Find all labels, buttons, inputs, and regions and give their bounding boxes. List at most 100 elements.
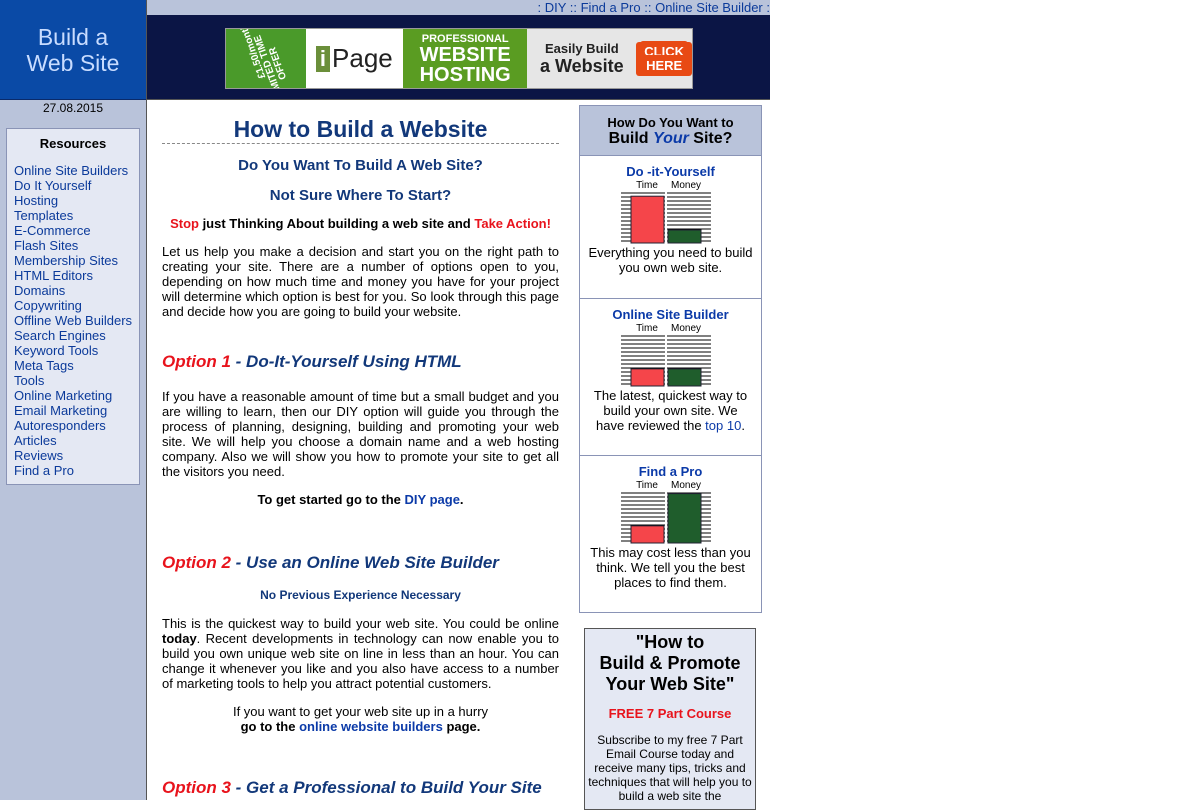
resource-link-e-commerce[interactable]: E-Commerce <box>14 223 91 238</box>
money-axis-label: Money <box>670 323 700 334</box>
option-2-paragraph: This is the quickest way to build your w… <box>162 616 559 691</box>
resource-item: Copywriting <box>14 298 139 313</box>
top-10-link[interactable]: top 10 <box>705 418 741 433</box>
diy-page-link[interactable]: DIY page <box>405 492 460 507</box>
online-website-builders-link[interactable]: online website builders <box>299 719 443 734</box>
resource-link-online-marketing[interactable]: Online Marketing <box>14 388 112 403</box>
builder-desc-b: . <box>741 418 745 433</box>
diy-option-link[interactable]: Do -it-Yourself <box>580 156 761 179</box>
option-1-label: Option 1 <box>162 352 231 371</box>
pro-time-money-chart: Time Money <box>620 480 711 544</box>
course-title-1: "How to <box>635 632 705 652</box>
builder-option-link[interactable]: Online Site Builder <box>580 299 761 322</box>
nav-link-online-site-builder[interactable]: Online Site Builder <box>655 0 763 15</box>
option-2-cta-line-1: If you want to get your web site up in a… <box>232 704 489 719</box>
time-axis-label: Time <box>636 480 658 491</box>
resource-link-tools[interactable]: Tools <box>14 373 44 388</box>
resource-item: Do It Yourself <box>14 178 139 193</box>
resource-item: Meta Tags <box>14 358 139 373</box>
ad-easy-2: a Website <box>539 55 624 76</box>
resource-item: Find a Pro <box>14 463 139 478</box>
resource-link-membership-sites[interactable]: Membership Sites <box>14 253 118 268</box>
resource-link-find-a-pro[interactable]: Find a Pro <box>14 463 74 478</box>
resource-link-email-marketing[interactable]: Email Marketing <box>14 403 107 418</box>
logo-line-1: Build a <box>37 23 109 50</box>
pro-option-link[interactable]: Find a Pro <box>580 456 761 479</box>
resource-link-reviews[interactable]: Reviews <box>14 448 63 463</box>
option-2-label: Option 2 <box>162 553 231 572</box>
resources-title: Resources <box>39 136 107 151</box>
option-diy-section: Do -it-Yourself Time Money Everything you… <box>580 156 761 299</box>
stop-word: Stop <box>170 216 199 231</box>
ad-hosting-text: PROFESSIONAL WEBSITE HOSTING <box>402 29 528 88</box>
ad-pro-2: WEBSITE <box>419 43 511 66</box>
header-post: Site? <box>688 130 733 147</box>
resource-link-autoresponders[interactable]: Autoresponders <box>14 418 106 433</box>
time-bar <box>630 525 664 544</box>
ad-easy-build: Easily Build a Website <box>527 29 637 88</box>
nav-separator: : <box>766 0 770 15</box>
option-3-label: Option 3 <box>162 778 231 797</box>
header-emphasis: Your <box>653 130 689 147</box>
ad-brand-logo: i Page <box>305 29 403 88</box>
resource-link-copywriting[interactable]: Copywriting <box>14 298 82 313</box>
ad-brand-i: i <box>315 45 331 72</box>
course-description: Subscribe to my free 7 Part Email Course… <box>588 733 752 803</box>
resource-item: Reviews <box>14 448 139 463</box>
money-bar <box>667 229 701 244</box>
ad-click-2: HERE <box>642 54 687 76</box>
ad-click-here-button[interactable]: CLICK HERE <box>636 29 692 88</box>
nav-separator: : <box>537 0 542 15</box>
option-pro-section: Find a Pro Time Money This may cost less … <box>580 456 761 611</box>
option-2-cta-pre: go to the <box>240 719 300 734</box>
resource-link-meta-tags[interactable]: Meta Tags <box>14 358 74 373</box>
resource-item: Keyword Tools <box>14 343 139 358</box>
subheading-1: Do You Want To Build A Web Site? <box>238 157 483 174</box>
resource-link-articles[interactable]: Articles <box>14 433 57 448</box>
time-axis-label: Time <box>636 180 658 191</box>
option-2-text-a: This is the quickest way to build your w… <box>162 616 559 631</box>
option-1-heading: Option 1 - Do-It-Yourself Using HTML <box>162 352 559 372</box>
option-3-title: - Get a Professional to Build Your Site <box>230 778 542 797</box>
resource-link-flash-sites[interactable]: Flash Sites <box>14 238 78 253</box>
ipage-ad-banner[interactable]: £1.50/month LIMITED TIME OFFER i Page PROF… <box>225 28 693 89</box>
pro-option-description: This may cost less than you think. We te… <box>590 545 751 590</box>
resource-link-keyword-tools[interactable]: Keyword Tools <box>14 343 98 358</box>
resource-link-html-editors[interactable]: HTML Editors <box>14 268 93 283</box>
builder-option-description: The latest, quickest way to build your o… <box>588 388 753 433</box>
intro-paragraph: Let us help you make a decision and star… <box>162 244 559 319</box>
option-1-cta: To get started go to the DIY page. <box>162 492 559 507</box>
resource-link-search-engines[interactable]: Search Engines <box>14 328 106 343</box>
option-3-heading: Option 3 - Get a Professional to Build Y… <box>162 778 559 798</box>
stop-middle: just Thinking About building a web site … <box>198 216 475 231</box>
site-logo[interactable]: Build a Web Site <box>0 0 146 100</box>
resource-link-domains[interactable]: Domains <box>14 283 65 298</box>
ad-easy-1: Easily Build <box>544 40 619 56</box>
resource-item: Online Site Builders <box>14 163 139 178</box>
resource-link-do-it-yourself[interactable]: Do It Yourself <box>14 178 91 193</box>
call-to-action-line: Stop just Thinking About building a web … <box>162 216 559 231</box>
resource-item: Offline Web Builders <box>14 313 139 328</box>
option-2-text-c: . Recent developments in technology can … <box>162 631 559 691</box>
nav-link-diy[interactable]: DIY <box>545 0 566 15</box>
ad-price-badge: £1.50/month LIMITED TIME OFFER <box>226 29 306 88</box>
resource-link-hosting[interactable]: Hosting <box>14 193 58 208</box>
header-pre: Build <box>608 130 653 147</box>
comparison-header-line-2: Build Your Site? <box>580 130 761 148</box>
logo-line-2: Web Site <box>26 49 120 76</box>
resource-item: E-Commerce <box>14 223 139 238</box>
resource-link-templates[interactable]: Templates <box>14 208 73 223</box>
subheading-2: Not Sure Where To Start? <box>269 187 452 204</box>
option-1-title: - Do-It-Yourself Using HTML <box>230 352 462 371</box>
diy-option-description: Everything you need to build you own web… <box>588 245 753 275</box>
option-1-paragraph: If you have a reasonable amount of time … <box>162 389 559 479</box>
nav-link-find-a-pro[interactable]: Find a Pro <box>581 0 641 15</box>
option-builder-section: Online Site Builder Time Money The latest… <box>580 299 761 456</box>
resource-link-offline-web-builders[interactable]: Offline Web Builders <box>14 313 132 328</box>
resource-item: Flash Sites <box>14 238 139 253</box>
option-2-cta-line-2: go to the online website builders page. <box>162 719 559 734</box>
option-2-subheading: No Previous Experience Necessary <box>260 588 461 602</box>
diy-time-money-chart: Time Money <box>620 180 711 244</box>
page-title: How to Build a Website <box>162 116 559 144</box>
resource-link-online-site-builders[interactable]: Online Site Builders <box>14 163 128 178</box>
